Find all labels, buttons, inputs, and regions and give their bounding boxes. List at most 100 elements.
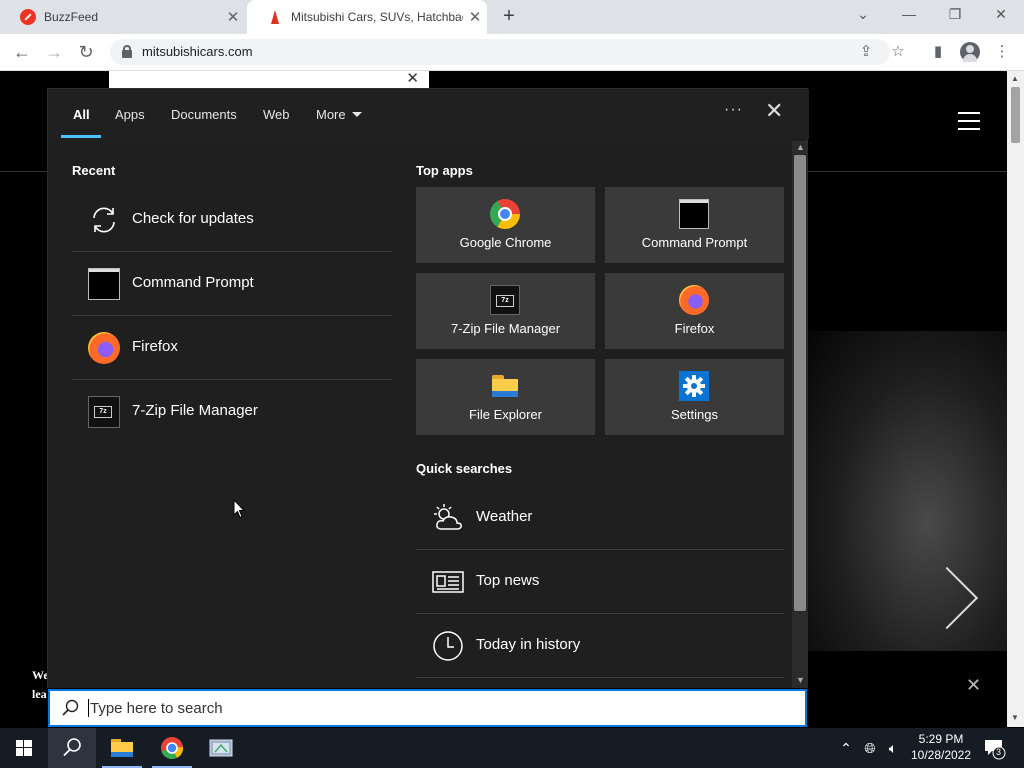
- top-app-7zip[interactable]: 7z 7-Zip File Manager: [416, 273, 595, 349]
- panel-close-icon[interactable]: ✕: [765, 100, 783, 122]
- quick-search-label: Weather: [476, 508, 533, 525]
- news-icon: [432, 571, 464, 593]
- tab-apps[interactable]: Apps: [115, 107, 145, 122]
- weather-icon: [434, 504, 462, 530]
- volume-icon[interactable]: 🔈︎: [883, 738, 903, 758]
- share-icon[interactable]: ⇪: [856, 42, 876, 62]
- taskbar-search-button[interactable]: [48, 728, 96, 768]
- recent-item-firefox[interactable]: Firefox: [72, 316, 392, 380]
- panel-scroll-thumb[interactable]: [794, 155, 806, 611]
- taskbar-chrome[interactable]: [148, 728, 196, 768]
- show-hidden-icons-icon[interactable]: ⌃: [836, 738, 856, 758]
- tab-title: BuzzFeed: [44, 10, 99, 24]
- taskbar-search-box[interactable]: [48, 689, 807, 727]
- quick-searches-heading: Quick searches: [416, 461, 513, 476]
- 7zip-icon: 7z: [88, 396, 120, 428]
- profile-avatar-icon[interactable]: [960, 42, 980, 62]
- recent-item-label: Firefox: [132, 338, 178, 355]
- network-icon[interactable]: 🌐︎: [860, 738, 880, 758]
- chrome-icon: [490, 199, 520, 229]
- quick-search-today-in-history[interactable]: Today in history: [416, 614, 784, 678]
- recent-item-7zip[interactable]: 7z 7-Zip File Manager: [72, 380, 392, 444]
- control-panel-icon: [209, 739, 233, 757]
- search-icon: [62, 699, 79, 716]
- top-app-google-chrome[interactable]: Google Chrome: [416, 187, 595, 263]
- refresh-icon: [93, 207, 115, 233]
- site-text-line: lea: [32, 687, 47, 701]
- buzzfeed-favicon-icon: [20, 9, 36, 25]
- address-bar[interactable]: mitsubishicars.com: [110, 39, 890, 65]
- site-popup-banner: ✕: [109, 71, 429, 88]
- tab-documents[interactable]: Documents: [171, 107, 237, 122]
- 7zip-glyph: 7z: [94, 406, 112, 418]
- active-tab-indicator: [61, 135, 101, 138]
- tab-all[interactable]: All: [73, 107, 90, 122]
- top-app-firefox[interactable]: Firefox: [605, 273, 784, 349]
- quick-search-weather[interactable]: Weather: [416, 486, 784, 550]
- lock-icon[interactable]: [122, 45, 132, 58]
- forward-button[interactable]: →: [42, 40, 66, 64]
- start-button[interactable]: [0, 728, 48, 768]
- taskbar-clock[interactable]: 5:29 PM 10/28/2022: [906, 731, 976, 763]
- file-explorer-icon: [490, 371, 520, 401]
- browser-menu-icon[interactable]: ⋮: [992, 42, 1012, 62]
- tab-title: Mitsubishi Cars, SUVs, Hatchback: [291, 10, 463, 24]
- panel-scrollbar[interactable]: ▲ ▼: [792, 141, 808, 688]
- mitsubishi-favicon-icon: [267, 9, 283, 25]
- browser-toolbar: ← → ↻ mitsubishicars.com ⇪ ☆ ▮ ⋮: [0, 34, 1024, 71]
- top-app-settings[interactable]: Settings: [605, 359, 784, 435]
- tab-web[interactable]: Web: [263, 107, 290, 122]
- windows-search-panel: All Apps Documents Web More ··· ✕ Recent…: [47, 88, 809, 688]
- tab-close-icon[interactable]: ✕: [221, 8, 245, 26]
- reload-button[interactable]: ↻: [74, 40, 98, 64]
- hamburger-menu-icon[interactable]: [958, 112, 980, 130]
- text-caret: [88, 699, 89, 717]
- panel-scroll-up-icon[interactable]: ▲: [796, 142, 805, 152]
- popup-close-icon[interactable]: ✕: [406, 71, 419, 87]
- recent-item-check-for-updates[interactable]: Check for updates: [72, 188, 392, 252]
- tab-search-chevron-icon[interactable]: ⌄: [840, 0, 886, 30]
- site-banner-close-icon[interactable]: ✕: [966, 675, 981, 696]
- back-button[interactable]: ←: [10, 40, 34, 64]
- taskbar-app[interactable]: [197, 728, 245, 768]
- tab-mitsubishi[interactable]: Mitsubishi Cars, SUVs, Hatchback ✕: [247, 0, 487, 34]
- panel-scroll-down-icon[interactable]: ▼: [796, 675, 805, 685]
- recent-item-command-prompt[interactable]: Command Prompt: [72, 252, 392, 316]
- firefox-icon: [679, 285, 709, 315]
- scroll-down-icon[interactable]: ▼: [1011, 713, 1019, 722]
- top-app-label: 7-Zip File Manager: [450, 321, 561, 336]
- tab-more-label: More: [316, 107, 346, 122]
- top-app-file-explorer[interactable]: File Explorer: [416, 359, 595, 435]
- top-app-command-prompt[interactable]: Command Prompt: [605, 187, 784, 263]
- 7zip-glyph: 7z: [496, 295, 514, 307]
- action-center-button[interactable]: 3: [982, 736, 1006, 760]
- search-input[interactable]: [90, 697, 690, 719]
- scroll-up-icon[interactable]: ▲: [1011, 74, 1019, 83]
- tab-close-icon[interactable]: ✕: [463, 8, 487, 26]
- more-options-icon[interactable]: ···: [724, 101, 743, 119]
- top-app-label: Command Prompt: [641, 235, 748, 250]
- tab-more[interactable]: More: [316, 107, 362, 122]
- tab-buzzfeed[interactable]: BuzzFeed ✕: [0, 0, 245, 34]
- minimize-button[interactable]: —: [886, 0, 932, 30]
- quick-search-label: Today in history: [476, 636, 581, 653]
- taskbar-file-explorer[interactable]: [98, 728, 146, 768]
- restore-button[interactable]: ❐: [932, 0, 978, 30]
- page-scrollbar[interactable]: ▲ ▼: [1007, 71, 1024, 727]
- settings-icon: [679, 371, 709, 401]
- notification-count: 3: [996, 747, 1002, 757]
- top-app-label: Google Chrome: [459, 235, 552, 250]
- window-close-button[interactable]: ✕: [978, 0, 1024, 30]
- chrome-icon: [161, 737, 184, 760]
- clock-date: 10/28/2022: [910, 748, 972, 762]
- side-panel-icon[interactable]: ▮: [928, 42, 948, 62]
- bookmark-star-icon[interactable]: ☆: [888, 42, 908, 62]
- scroll-thumb[interactable]: [1011, 87, 1020, 143]
- 7zip-icon: 7z: [490, 285, 520, 315]
- clock-time: 5:29 PM: [918, 732, 964, 746]
- quick-search-top-news[interactable]: Top news: [416, 550, 784, 614]
- new-tab-button[interactable]: +: [498, 6, 520, 28]
- command-prompt-icon: [88, 268, 120, 300]
- recent-item-label: 7-Zip File Manager: [132, 402, 258, 419]
- recent-item-label: Check for updates: [132, 210, 254, 227]
